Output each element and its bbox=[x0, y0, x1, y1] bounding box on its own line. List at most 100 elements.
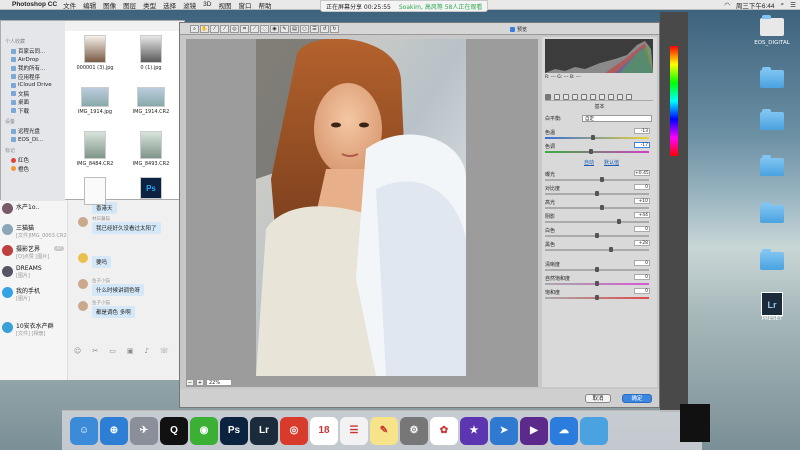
preferences-icon[interactable]: ☰ bbox=[310, 24, 319, 33]
contact-item[interactable]: DREAMS [图片] bbox=[0, 263, 67, 284]
tab-tone-curve-icon[interactable] bbox=[554, 93, 560, 100]
tab-hsl-icon[interactable] bbox=[572, 93, 578, 100]
sidebar-item-icloud[interactable]: iCloud Drive bbox=[11, 81, 65, 90]
auto-link[interactable]: 自动 bbox=[584, 159, 594, 166]
rotate-left-icon[interactable]: ↺ bbox=[320, 24, 329, 33]
folder-icon[interactable]: ▭ bbox=[109, 347, 116, 355]
desktop-folder[interactable] bbox=[752, 109, 792, 130]
dock-app-safari[interactable]: ⊕ bbox=[100, 416, 128, 445]
file-item-selected[interactable]: 0 (1).jpg bbox=[127, 35, 175, 71]
dock-app-baidu-netdisk[interactable]: ☁ bbox=[550, 416, 578, 445]
contact-item[interactable]: 摄影艺界 [Q]点赞 [图片] 37 bbox=[0, 242, 67, 263]
sidebar-item-eos[interactable]: EOS_DI... bbox=[11, 136, 65, 145]
slider-value-input[interactable]: 0 bbox=[634, 288, 650, 294]
contact-item[interactable]: 水产1o.. bbox=[0, 200, 67, 221]
white-balance-select[interactable]: 自定 bbox=[582, 115, 652, 122]
sidebar-tag-red[interactable]: 红色 bbox=[11, 156, 65, 165]
color-spectrum[interactable] bbox=[670, 46, 678, 156]
menu-help[interactable]: 帮助 bbox=[258, 0, 271, 10]
slider-thumb[interactable] bbox=[609, 247, 613, 252]
slider-value-input[interactable]: -17 bbox=[634, 142, 650, 148]
slider-thumb[interactable] bbox=[595, 191, 599, 196]
desktop-folder[interactable] bbox=[752, 249, 792, 270]
desktop-folder[interactable] bbox=[752, 202, 792, 223]
dock-app-photos[interactable]: ✿ bbox=[430, 416, 458, 445]
dock-app-lightroom[interactable]: Lr bbox=[250, 416, 278, 445]
zoom-select[interactable]: 22% bbox=[206, 379, 232, 386]
image-canvas[interactable] bbox=[186, 39, 538, 387]
tab-effects-icon[interactable] bbox=[599, 93, 605, 100]
file-item[interactable]: IMG_1914.CR2 bbox=[127, 87, 175, 115]
slider-thumb[interactable] bbox=[589, 149, 593, 154]
slider-track[interactable] bbox=[545, 151, 649, 153]
scissors-icon[interactable]: ✂ bbox=[92, 347, 98, 355]
dock-app-player[interactable]: ▶ bbox=[520, 416, 548, 445]
rotate-right-icon[interactable]: ↻ bbox=[330, 24, 339, 33]
slider-value-input[interactable]: +28 bbox=[634, 240, 650, 246]
cancel-button[interactable]: 取消 bbox=[585, 394, 611, 403]
sidebar-item-desktop[interactable]: 桌面 bbox=[11, 98, 65, 107]
radial-filter-icon[interactable]: ○ bbox=[300, 24, 309, 33]
wifi-icon[interactable]: ◠ bbox=[724, 1, 730, 9]
default-link[interactable]: 默认值 bbox=[604, 159, 619, 166]
slider-thumb[interactable] bbox=[595, 233, 599, 238]
targeted-adjust-icon[interactable]: ◎ bbox=[230, 24, 239, 33]
adjustment-brush-icon[interactable]: ✎ bbox=[280, 24, 289, 33]
menu-type[interactable]: 类型 bbox=[143, 0, 156, 10]
contact-item[interactable]: 三猫猫 [文件]IMG_0003.CR2 bbox=[0, 221, 67, 242]
slider-value-input[interactable]: -13 bbox=[634, 128, 650, 134]
sidebar-tag-orange[interactable]: 橙色 bbox=[11, 165, 65, 174]
tab-lens-icon[interactable] bbox=[590, 93, 596, 100]
graduated-filter-icon[interactable]: ▤ bbox=[290, 24, 299, 33]
tab-camera-calibration-icon[interactable] bbox=[608, 93, 614, 100]
sidebar-item-all-files[interactable]: 我的所有... bbox=[11, 64, 65, 73]
dock-app-imovie[interactable]: ★ bbox=[460, 416, 488, 445]
menu-select[interactable]: 选择 bbox=[163, 0, 176, 10]
slider-thumb[interactable] bbox=[595, 295, 599, 300]
clock[interactable]: 周三下午6:44 bbox=[736, 0, 775, 10]
desktop-preset[interactable]: Lr PRESET bbox=[752, 292, 792, 322]
slider-track[interactable] bbox=[545, 179, 649, 181]
file-item[interactable]: IMG_8493.CR2 bbox=[127, 131, 175, 167]
slider-value-input[interactable]: 0 bbox=[634, 226, 650, 232]
menu-window[interactable]: 窗口 bbox=[238, 0, 251, 10]
menu-file[interactable]: 文件 bbox=[63, 0, 76, 10]
slider-track[interactable] bbox=[545, 249, 649, 251]
file-item[interactable] bbox=[71, 177, 119, 207]
image-icon[interactable]: ▣ bbox=[127, 347, 134, 355]
tab-presets-icon[interactable] bbox=[617, 93, 623, 100]
hand-tool-icon[interactable]: ✋ bbox=[200, 24, 209, 33]
slider-thumb[interactable] bbox=[595, 281, 599, 286]
desktop-drive-eos[interactable]: EOS_DIGITAL bbox=[752, 28, 792, 46]
emoji-icon[interactable]: ☺ bbox=[74, 347, 81, 355]
slider-value-input[interactable]: +10 bbox=[634, 198, 650, 204]
slider-track[interactable] bbox=[545, 221, 649, 223]
menu-edit[interactable]: 编辑 bbox=[83, 0, 96, 10]
slider-thumb[interactable] bbox=[600, 205, 604, 210]
zoom-out-button[interactable]: − bbox=[186, 379, 194, 386]
sidebar-item-applications[interactable]: 应用程序 bbox=[11, 73, 65, 82]
dock-app-photoshop[interactable]: Ps bbox=[220, 416, 248, 445]
menu-3d[interactable]: 3D bbox=[203, 1, 211, 8]
dock-app-system-preferences[interactable]: ⚙ bbox=[400, 416, 428, 445]
sidebar-item-documents[interactable]: 文稿 bbox=[11, 90, 65, 99]
dock-app-launchpad[interactable]: ✈ bbox=[130, 416, 158, 445]
file-item[interactable]: 000001 (3).jpg bbox=[71, 35, 119, 71]
menu-filter[interactable]: 滤镜 bbox=[183, 0, 196, 10]
dock-app-wechat[interactable]: ◉ bbox=[190, 416, 218, 445]
slider-value-input[interactable]: 0 bbox=[634, 184, 650, 190]
slider-value-input[interactable]: 0 bbox=[634, 274, 650, 280]
dock-app-reminders[interactable]: ☰ bbox=[340, 416, 368, 445]
color-sampler-icon[interactable]: ⁄ bbox=[220, 24, 229, 33]
sidebar-item-remote-disc[interactable]: 远程光盘 bbox=[11, 127, 65, 136]
dock-app-qq[interactable]: Q bbox=[160, 416, 188, 445]
slider-track[interactable] bbox=[545, 207, 649, 209]
dock-app-netease-music[interactable]: ◎ bbox=[280, 416, 308, 445]
tab-split-toning-icon[interactable] bbox=[581, 93, 587, 100]
crop-tool-icon[interactable]: ⌗ bbox=[240, 24, 249, 33]
sidebar-item-airdrop[interactable]: AirDrop bbox=[11, 56, 65, 65]
contact-item[interactable]: 10安衣水产群 [文件] [相册] bbox=[0, 319, 67, 340]
dock-app-finder[interactable]: ☺ bbox=[70, 416, 98, 445]
tab-snapshots-icon[interactable] bbox=[626, 93, 632, 100]
desktop-folder[interactable] bbox=[752, 155, 792, 176]
